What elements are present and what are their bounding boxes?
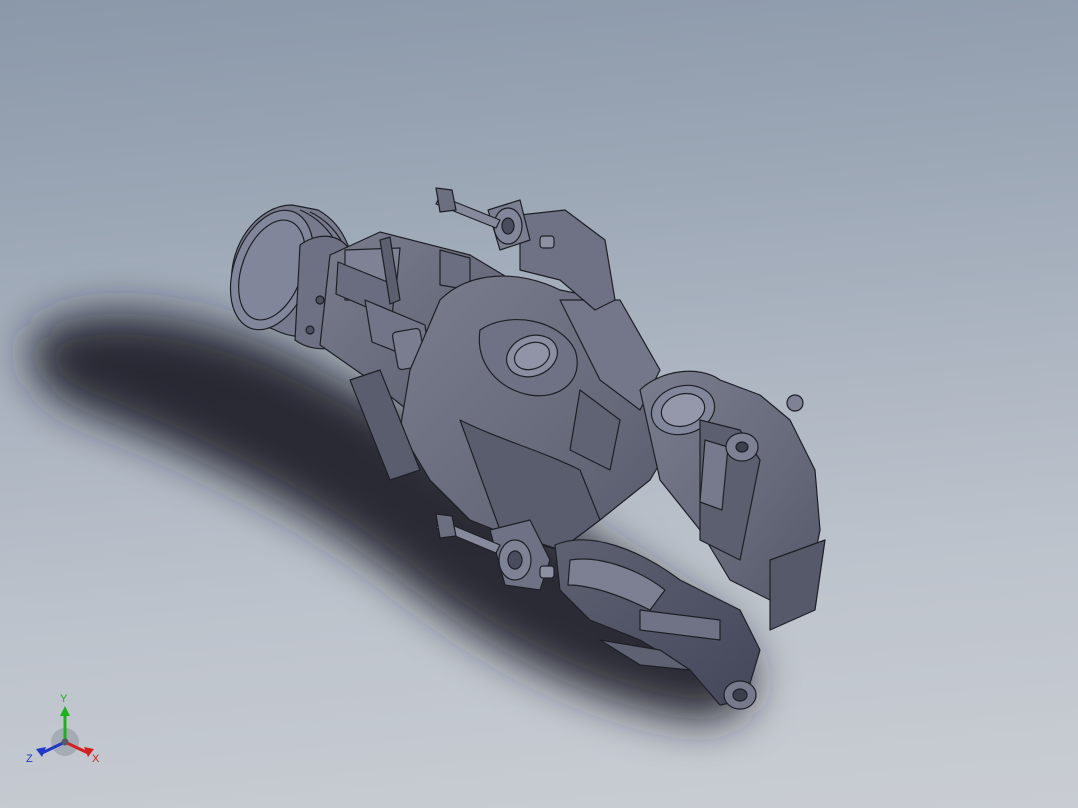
triad-origin [61,738,69,746]
3d-model-view[interactable] [0,0,1078,808]
graphics-viewport[interactable]: Y X Z [0,0,1078,808]
x-axis-label: X [92,753,100,765]
z-axis-label: Z [26,753,33,765]
orientation-triad[interactable]: Y X Z [22,690,108,776]
y-axis-label: Y [60,693,68,705]
y-axis-head [60,706,70,716]
